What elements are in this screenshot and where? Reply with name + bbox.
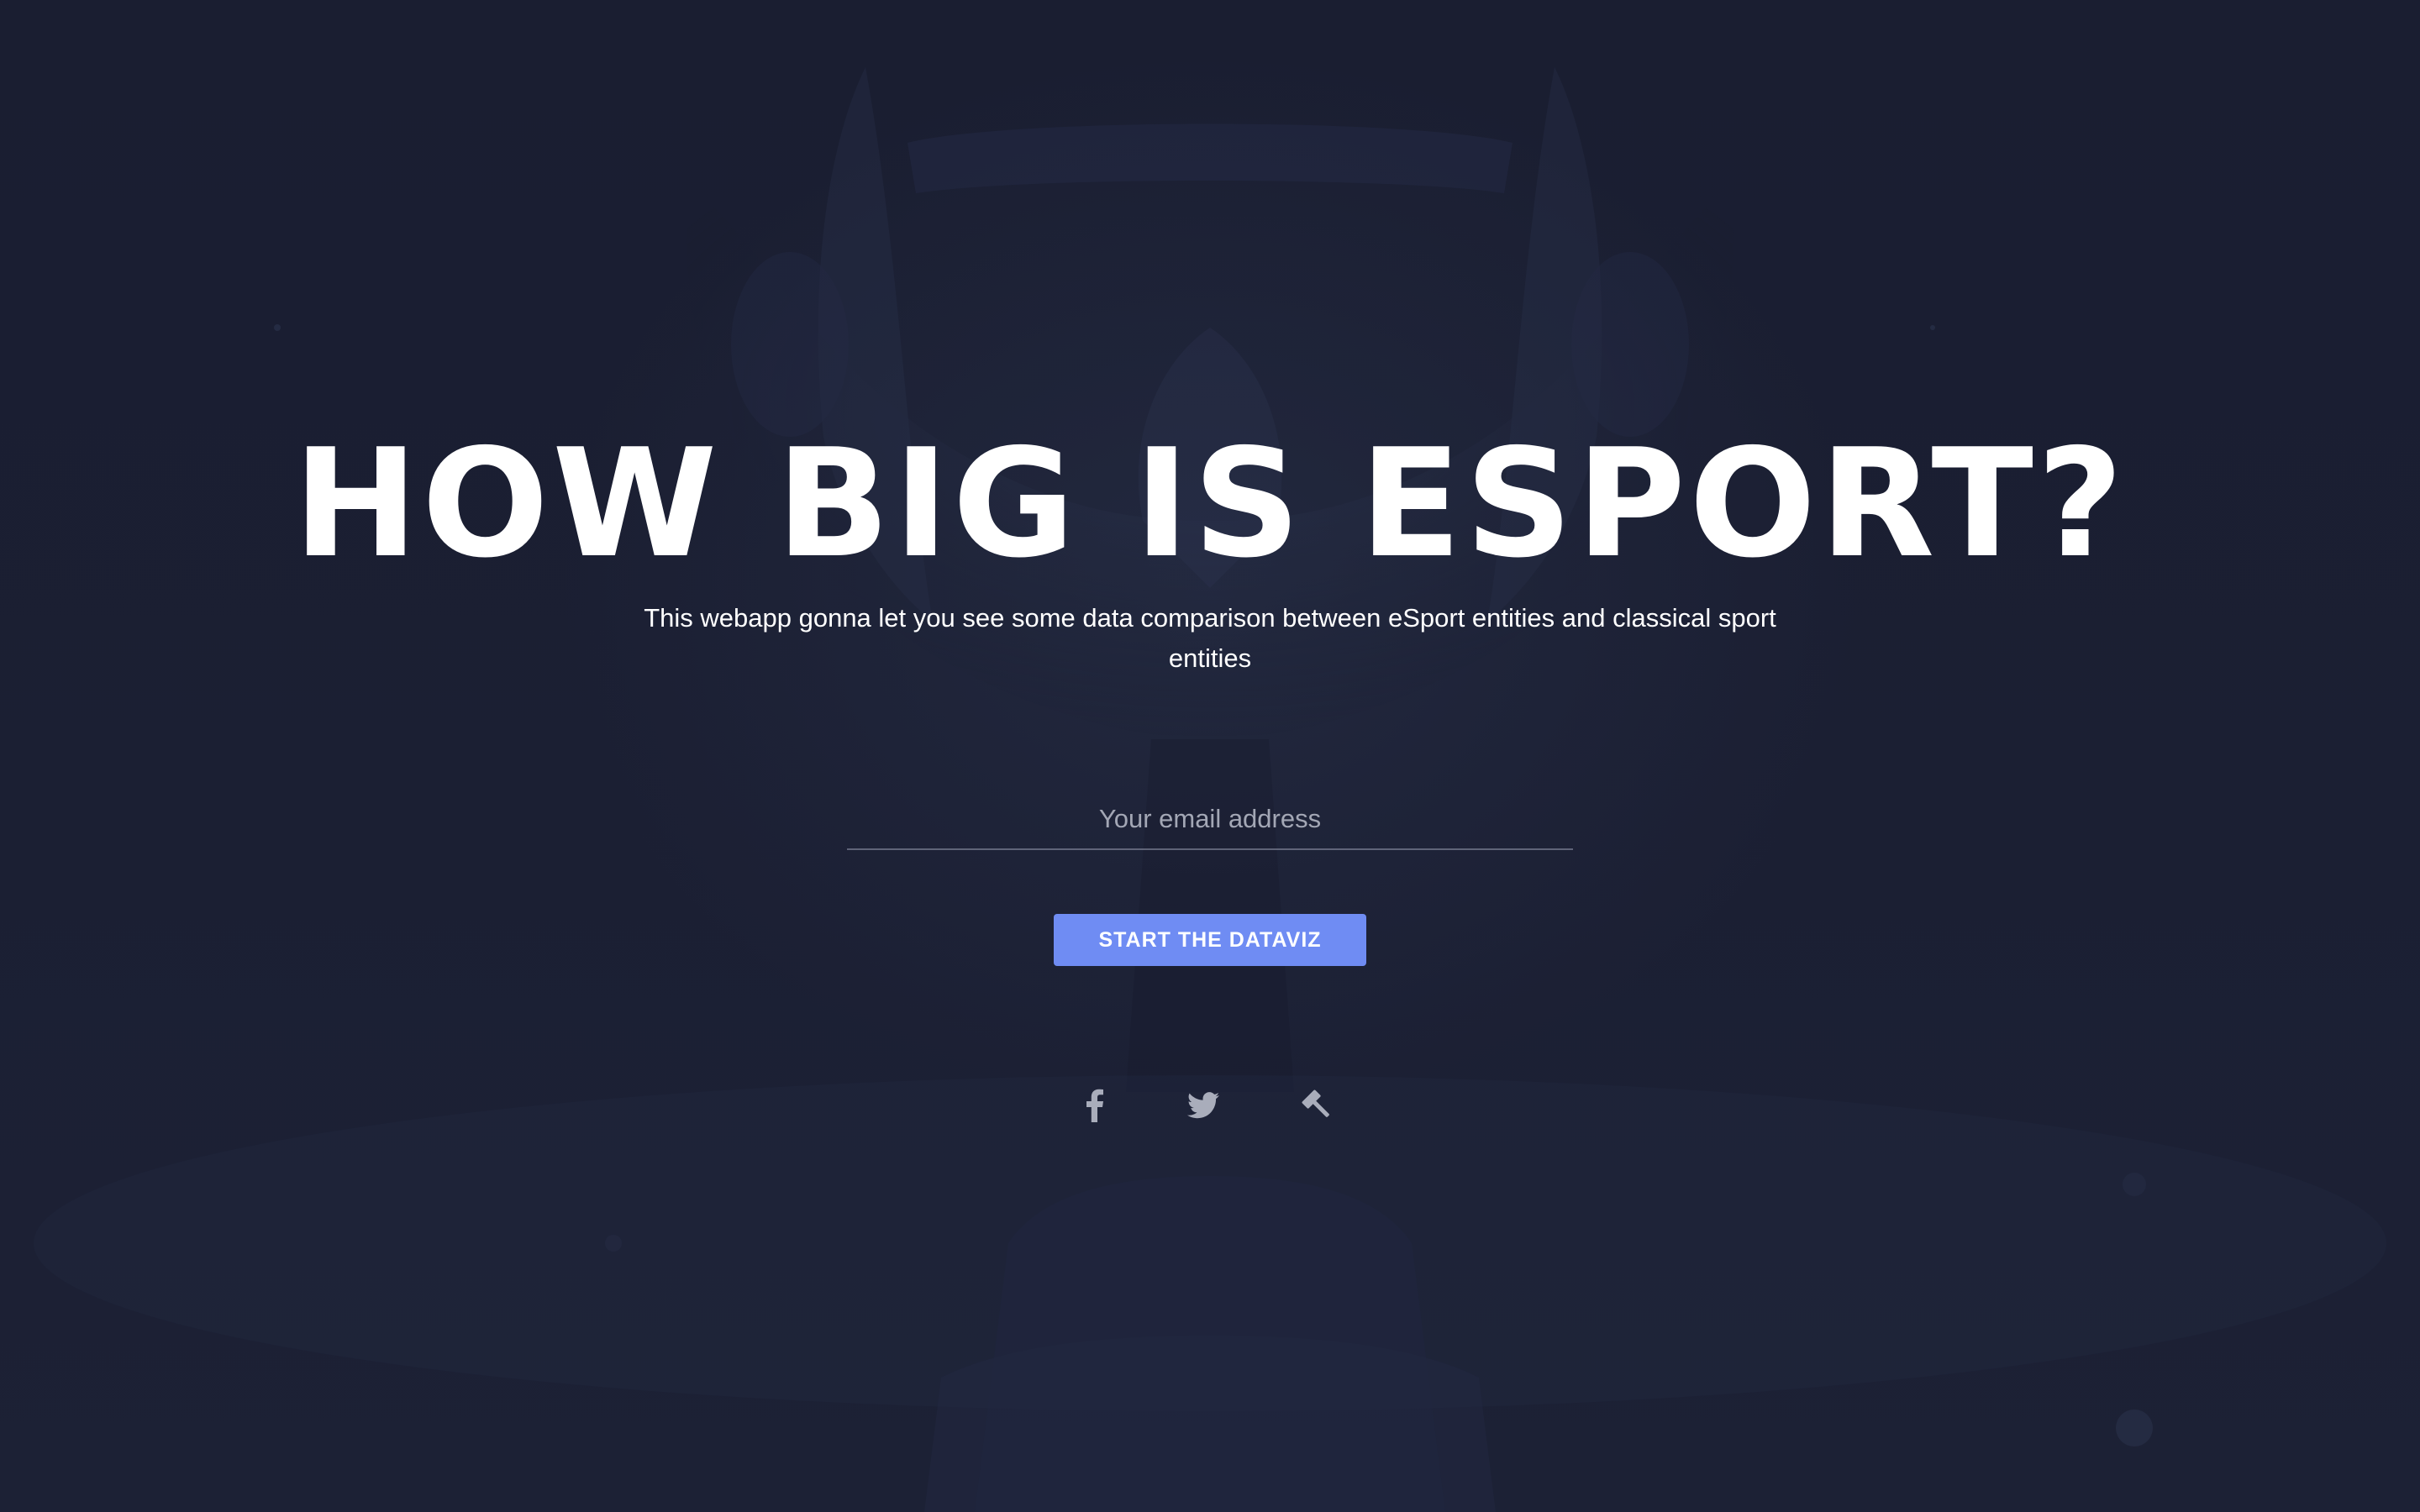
landing-page: HOW BIG IS ESPORT? This webapp gonna let… <box>0 0 2420 1512</box>
hero-section: HOW BIG IS ESPORT? This webapp gonna let… <box>0 0 2420 1512</box>
email-field-container <box>847 790 1573 850</box>
start-dataviz-button[interactable]: START THE DATAVIZ <box>1054 914 1366 966</box>
twitter-icon <box>1187 1092 1219 1119</box>
page-title: HOW BIG IS ESPORT? <box>292 417 2128 591</box>
page-subtitle: This webapp gonna let you see some data … <box>644 603 1776 673</box>
twitter-link[interactable] <box>1181 1084 1225 1127</box>
hammer-link[interactable] <box>1296 1084 1339 1127</box>
email-field[interactable] <box>847 790 1573 848</box>
facebook-icon <box>1086 1089 1103 1122</box>
facebook-link[interactable] <box>1073 1084 1117 1127</box>
hammer-icon <box>1302 1089 1329 1117</box>
